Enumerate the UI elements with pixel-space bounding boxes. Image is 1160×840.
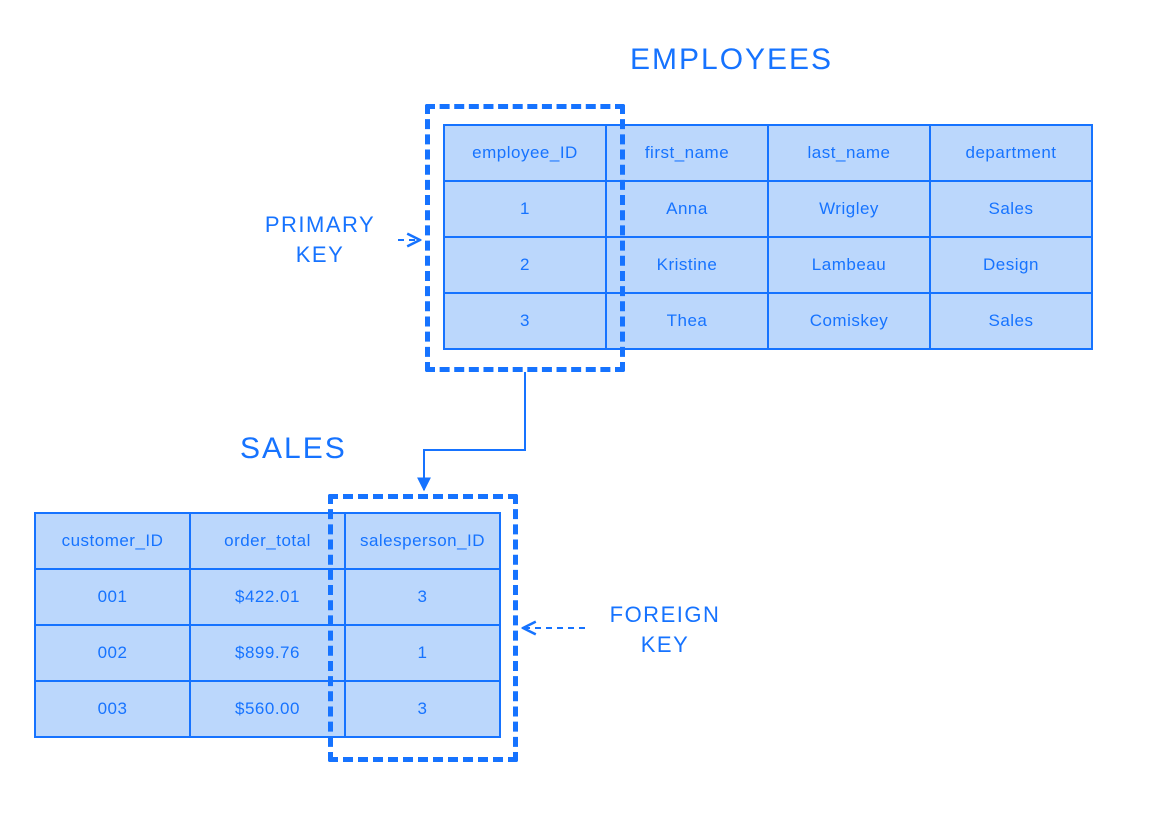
employees-cell: Comiskey bbox=[768, 293, 930, 349]
sales-cell: 003 bbox=[35, 681, 190, 737]
foreign-key-label: FOREIGN KEY bbox=[590, 600, 740, 659]
sales-cell: 3 bbox=[345, 569, 500, 625]
sales-cell: 002 bbox=[35, 625, 190, 681]
employees-cell: 1 bbox=[444, 181, 606, 237]
sales-cell: $422.01 bbox=[190, 569, 345, 625]
employees-cell: Lambeau bbox=[768, 237, 930, 293]
employees-header-last-name: last_name bbox=[768, 125, 930, 181]
employees-cell: Thea bbox=[606, 293, 768, 349]
employees-cell: Design bbox=[930, 237, 1092, 293]
sales-header-customer-id: customer_ID bbox=[35, 513, 190, 569]
sales-title: SALES bbox=[240, 432, 347, 466]
foreign-key-label-line2: KEY bbox=[641, 632, 690, 657]
sales-cell: $899.76 bbox=[190, 625, 345, 681]
table-row: 002 $899.76 1 bbox=[35, 625, 500, 681]
table-row: employee_ID first_name last_name departm… bbox=[444, 125, 1092, 181]
relationship-arrow bbox=[424, 372, 525, 490]
sales-table: customer_ID order_total salesperson_ID 0… bbox=[34, 512, 501, 738]
table-row: 2 Kristine Lambeau Design bbox=[444, 237, 1092, 293]
employees-table: employee_ID first_name last_name departm… bbox=[443, 124, 1093, 350]
employees-cell: Kristine bbox=[606, 237, 768, 293]
employees-cell: Sales bbox=[930, 181, 1092, 237]
employees-header-employee-id: employee_ID bbox=[444, 125, 606, 181]
table-row: 3 Thea Comiskey Sales bbox=[444, 293, 1092, 349]
sales-header-salesperson-id: salesperson_ID bbox=[345, 513, 500, 569]
employees-cell: 3 bbox=[444, 293, 606, 349]
primary-key-label-line1: PRIMARY bbox=[265, 212, 375, 237]
primary-key-label-line2: KEY bbox=[296, 242, 345, 267]
employees-header-department: department bbox=[930, 125, 1092, 181]
employees-cell: Sales bbox=[930, 293, 1092, 349]
sales-cell: $560.00 bbox=[190, 681, 345, 737]
foreign-key-label-line1: FOREIGN bbox=[610, 602, 721, 627]
table-row: 003 $560.00 3 bbox=[35, 681, 500, 737]
employees-cell: 2 bbox=[444, 237, 606, 293]
sales-cell: 1 bbox=[345, 625, 500, 681]
table-row: customer_ID order_total salesperson_ID bbox=[35, 513, 500, 569]
employees-header-first-name: first_name bbox=[606, 125, 768, 181]
employees-cell: Anna bbox=[606, 181, 768, 237]
table-row: 001 $422.01 3 bbox=[35, 569, 500, 625]
sales-header-order-total: order_total bbox=[190, 513, 345, 569]
employees-cell: Wrigley bbox=[768, 181, 930, 237]
sales-cell: 001 bbox=[35, 569, 190, 625]
employees-title: EMPLOYEES bbox=[630, 43, 833, 77]
table-row: 1 Anna Wrigley Sales bbox=[444, 181, 1092, 237]
primary-key-label: PRIMARY KEY bbox=[245, 210, 395, 269]
sales-cell: 3 bbox=[345, 681, 500, 737]
